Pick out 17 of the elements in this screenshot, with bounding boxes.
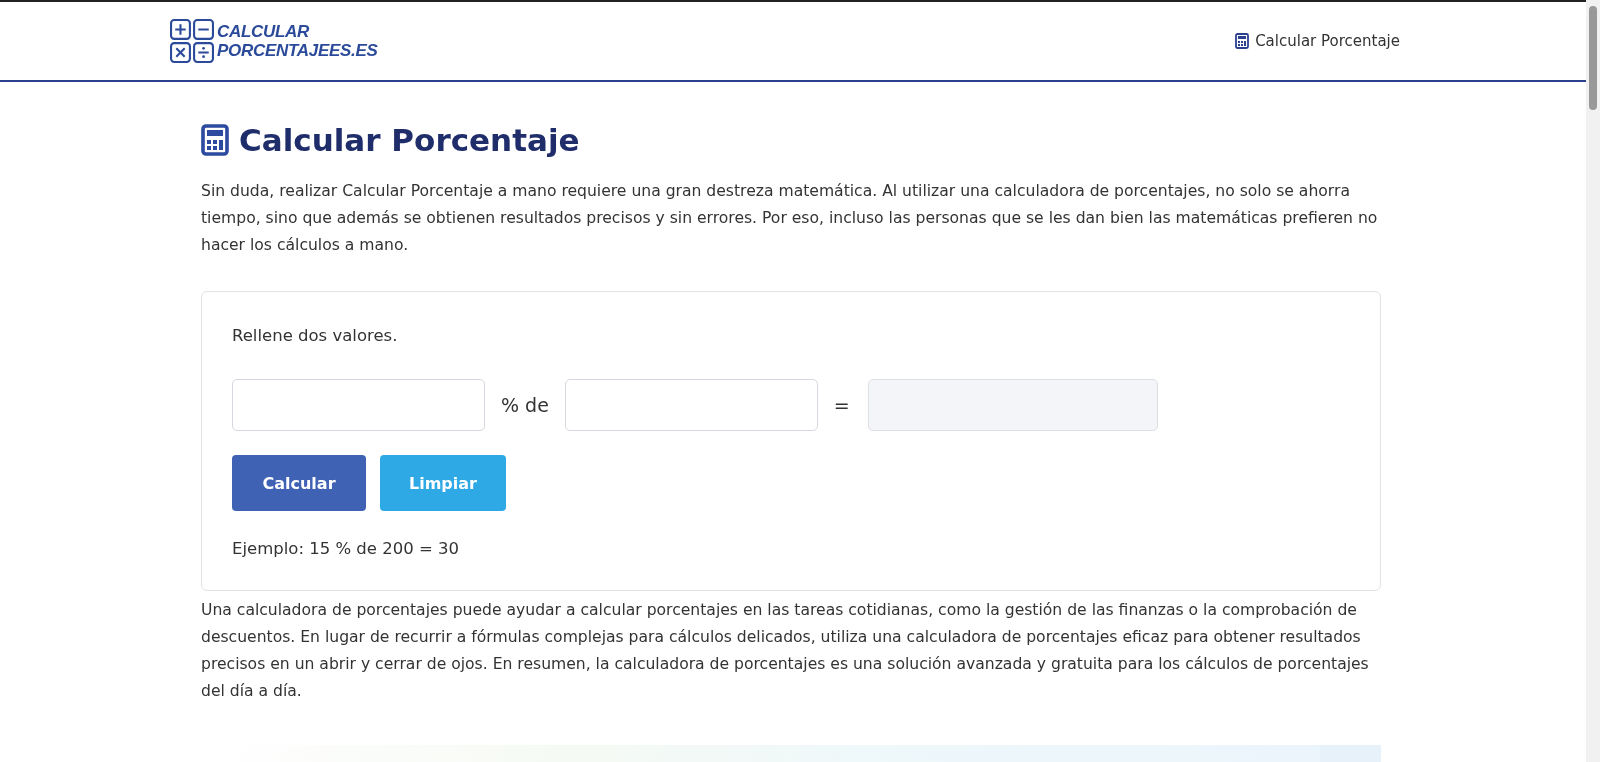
scrollbar[interactable] xyxy=(1586,0,1600,762)
scrollbar-thumb[interactable] xyxy=(1589,6,1597,110)
calculate-button[interactable]: Calcular xyxy=(232,455,366,511)
equals-label: = xyxy=(832,394,851,416)
page-title: Calcular Porcentaje xyxy=(239,122,580,158)
instruction-text: Rellene dos valores. xyxy=(232,326,399,345)
nav-link[interactable]: Calcular Porcentaje xyxy=(1255,32,1400,50)
calculator-icon xyxy=(201,124,229,156)
example-text: Ejemplo: 15 % de 200 = 30 xyxy=(232,539,461,558)
intro-paragraph: Sin duda, realizar Calcular Porcentaje a mano requiere una gran destreza matemática. Al utilizar una calculadora de porcentajes, no solo se ahorra tiempo, sino que además se obtienen resultados precisos y sin errores. Por eso, incluso las personas que se les dan bien las matemáticas prefieren no hacer los cálculos a mano. xyxy=(201,181,1379,256)
calculator-icon xyxy=(1235,33,1250,49)
math-symbols-icon xyxy=(170,19,214,63)
logo-text[interactable]: CALCULAR PORCENTAJEES.ES xyxy=(217,22,378,60)
value-input-field[interactable] xyxy=(564,379,818,431)
description-paragraph: Una calculadora de porcentajes puede ayudar a calcular porcentajes en las tareas cotidianas, como la gestión de las finanzas o la comprobación de descuentos. En lugar de recurrir a fórmulas complejas para cálculos delicados, utiliza una calculadora de porcentajes eficaz para obtener resultados precisos en un abrir y cerrar de ojos. En resumen, la calculadora de porcentajes es una solución avanzada y gratuita para los cálculos de porcentajes del día a día. xyxy=(201,600,1370,702)
percent-input-field[interactable] xyxy=(232,379,485,431)
percent-of-label: % de xyxy=(500,394,550,416)
